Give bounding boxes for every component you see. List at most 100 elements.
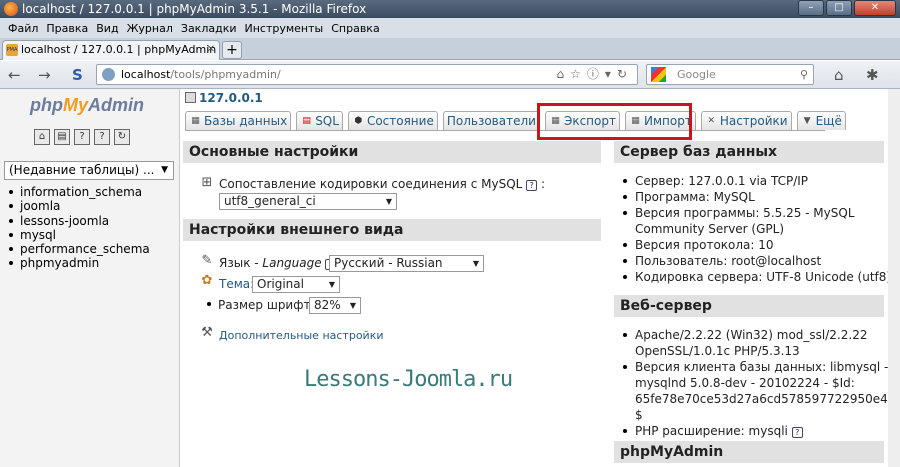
- export-import-highlight: [537, 103, 692, 140]
- list-item: Программа: MySQL: [621, 189, 891, 205]
- list-item: Кодировка сервера: UTF-8 Unicode (utf8): [621, 269, 891, 285]
- help-icon[interactable]: ?: [791, 427, 803, 438]
- minimize-button[interactable]: –: [798, 0, 824, 16]
- back-arrow-icon[interactable]: ←: [8, 66, 21, 84]
- settings-icon: ✕: [707, 116, 716, 126]
- docs-icon[interactable]: ?: [74, 129, 90, 145]
- list-item: Сервер: 127.0.0.1 via TCP/IP: [621, 173, 891, 189]
- font-size-label: Размер шрифта:: [207, 298, 322, 312]
- addon-s-icon[interactable]: S: [72, 66, 83, 84]
- address-bar-actions: ⌂☆ⓘ▾↻: [557, 65, 634, 84]
- list-item: Версия клиента базы данных: libmysql -: [621, 359, 900, 375]
- database-server-info: Сервер: 127.0.0.1 via TCP/IP Программа: …: [621, 173, 891, 285]
- menu-tools[interactable]: Инструменты: [241, 22, 328, 35]
- list-item: Apache/2.2.22 (Win32) mod_ssl/2.2.22: [621, 327, 900, 343]
- tab-settings[interactable]: ✕ Настройки: [700, 111, 792, 130]
- menu-bookmarks[interactable]: Закладки: [177, 22, 241, 35]
- phpmyadmin-logo[interactable]: phpMyAdmin: [30, 95, 144, 116]
- language-label: Язык - Language ?: [219, 256, 337, 270]
- sql-icon: ▤: [302, 116, 311, 126]
- collation-select[interactable]: utf8_general_ci ▼: [219, 193, 397, 210]
- scrollbar[interactable]: [888, 89, 900, 467]
- bookmark-star-icon[interactable]: ☆: [570, 67, 587, 81]
- list-item-continuation: OpenSSL/1.0.1c PHP/5.3.13: [635, 344, 800, 358]
- forward-arrow-icon[interactable]: →: [38, 66, 51, 84]
- list-item: Версия программы: 5.5.25 - MySQL: [621, 205, 891, 221]
- reload-icon[interactable]: ↻: [114, 129, 130, 145]
- status-icon: ⬢: [354, 116, 363, 126]
- close-button[interactable]: ✕: [854, 0, 896, 16]
- url-path: /tools/phpmyadmin/: [170, 68, 281, 81]
- navigation-bar: ← → S localhost/tools/phpmyadmin/ ⌂☆ⓘ▾↻ …: [0, 61, 900, 89]
- list-item: PHP расширение: mysqli ?: [621, 423, 900, 439]
- theme-select[interactable]: Original ▼: [252, 276, 340, 293]
- theme-label[interactable]: Тема:: [219, 277, 254, 291]
- firefox-icon: [4, 2, 18, 16]
- database-item[interactable]: joomla: [8, 199, 150, 213]
- phpmyadmin-heading: phpMyAdmin: [614, 441, 884, 463]
- sql-query-icon[interactable]: ▤: [54, 129, 70, 145]
- tab-more[interactable]: ▼ Ещё: [796, 111, 846, 130]
- more-settings-link[interactable]: Дополнительные настройки: [219, 329, 384, 342]
- breadcrumb-server: 127.0.0.1: [199, 91, 263, 105]
- language-select[interactable]: Русский - Russian ▼: [329, 255, 484, 272]
- database-item[interactable]: phpmyadmin: [8, 256, 150, 270]
- new-tab-button[interactable]: +: [222, 41, 242, 59]
- browser-tab[interactable]: PMA localhost / 127.0.0.1 | phpMyAdmin 3…: [2, 40, 220, 74]
- home-small-icon[interactable]: ⌂: [557, 67, 571, 81]
- window-controls: – □ ✕: [798, 0, 896, 18]
- web-server-heading: Веб-сервер: [614, 295, 884, 317]
- page-content: phpMyAdmin ⌂ ▤ ? ? ↻ (Недавние таблицы) …: [0, 89, 900, 467]
- search-placeholder: Google: [677, 68, 716, 81]
- collation-icon: ⊞: [201, 175, 213, 190]
- pma-favicon-icon: PMA: [6, 44, 18, 56]
- tabs-divider: [185, 130, 825, 131]
- tab-close-icon[interactable]: ✕: [207, 41, 215, 59]
- recent-tables-value: (Недавние таблицы) ...: [9, 163, 155, 177]
- chevron-down-icon: ▼: [349, 301, 356, 310]
- breadcrumb[interactable]: 127.0.0.1: [185, 91, 263, 105]
- quick-icons: ⌂ ▤ ? ? ↻: [34, 129, 130, 145]
- reload-icon[interactable]: ↻: [617, 67, 633, 81]
- tab-status[interactable]: ⬢ Состояние: [347, 111, 438, 130]
- info-icon[interactable]: ⓘ: [587, 67, 605, 81]
- top-menu-tabs: ▦ Базы данных ▤ SQL ⬢ Состояние Пользовател…: [185, 111, 846, 131]
- database-server-heading: Сервер баз данных: [614, 141, 884, 163]
- url-host: localhost: [121, 68, 171, 81]
- tab-sql[interactable]: ▤ SQL: [296, 111, 343, 130]
- window-titlebar: localhost / 127.0.0.1 | phpMyAdmin 3.5.1…: [0, 0, 900, 18]
- search-icon[interactable]: ⚲: [800, 65, 808, 84]
- site-globe-icon: [102, 68, 115, 81]
- font-size-select[interactable]: 82% ▼: [309, 297, 361, 314]
- database-item[interactable]: performance_schema: [8, 242, 150, 256]
- more-icon: ▼: [803, 116, 811, 126]
- maximize-button[interactable]: □: [826, 0, 852, 16]
- mysql-docs-icon[interactable]: ?: [94, 129, 110, 145]
- server-icon: [185, 92, 196, 103]
- web-server-info: Apache/2.2.22 (Win32) mod_ssl/2.2.22 Ope…: [621, 327, 900, 439]
- tab-bar: PMA localhost / 127.0.0.1 | phpMyAdmin 3…: [0, 38, 900, 74]
- search-input[interactable]: Google ⚲: [646, 64, 814, 85]
- chevron-down-icon: ▼: [472, 259, 479, 268]
- menu-file[interactable]: Файл: [4, 22, 42, 35]
- list-item: Пользователь: root@localhost: [621, 253, 891, 269]
- collation-label: Сопоставление кодировки соединения с MyS…: [219, 177, 546, 191]
- menu-view[interactable]: Вид: [92, 22, 122, 35]
- database-item[interactable]: lessons-joomla: [8, 214, 150, 228]
- recent-tables-select[interactable]: (Недавние таблицы) ... ▼: [4, 161, 174, 180]
- home-icon[interactable]: ⌂: [834, 66, 844, 84]
- menu-bar: Файл Правка Вид Журнал Закладки Инструме…: [0, 18, 900, 38]
- menu-history[interactable]: Журнал: [123, 22, 177, 35]
- database-item[interactable]: mysql: [8, 228, 150, 242]
- database-item[interactable]: information_schema: [8, 185, 150, 199]
- home-icon[interactable]: ⌂: [34, 129, 50, 145]
- menu-edit[interactable]: Правка: [42, 22, 92, 35]
- addon-gear-icon[interactable]: ✱: [866, 66, 879, 84]
- help-icon[interactable]: ?: [526, 180, 538, 191]
- address-bar[interactable]: localhost/tools/phpmyadmin/ ⌂☆ⓘ▾↻: [96, 64, 638, 85]
- tab-users[interactable]: Пользователи: [442, 111, 540, 130]
- dropdown-icon[interactable]: ▾: [605, 67, 617, 81]
- menu-help[interactable]: Справка: [327, 22, 383, 35]
- tab-databases[interactable]: ▦ Базы данных: [185, 111, 292, 130]
- tools-icon: ⚒: [201, 325, 213, 340]
